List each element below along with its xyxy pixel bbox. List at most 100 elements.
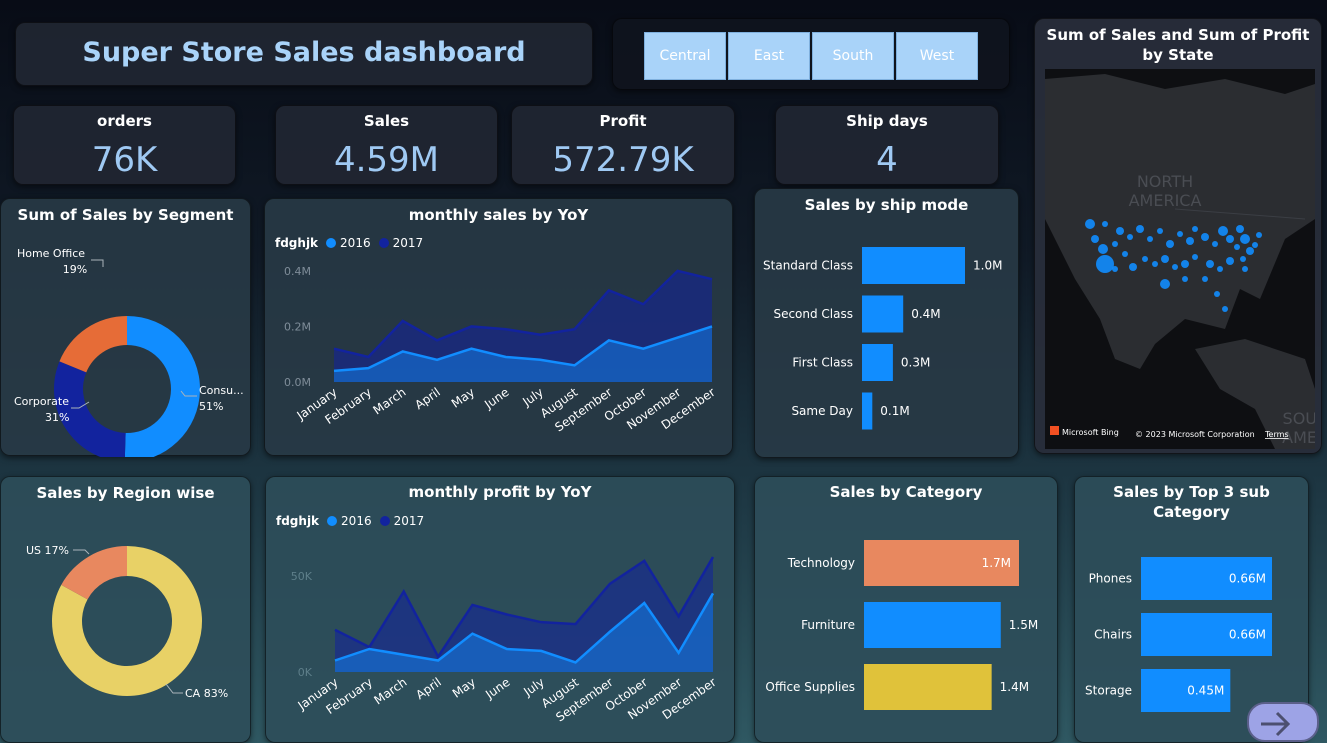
state-bubble[interactable] (1182, 276, 1188, 282)
state-bubble[interactable] (1186, 237, 1194, 245)
region-label-ca: CA 83% (185, 687, 228, 700)
map-label-america: AMERICA (1129, 191, 1202, 210)
state-bubble[interactable] (1222, 306, 1228, 312)
slicer-central-button[interactable]: Central (644, 32, 726, 80)
bar-value-label: 0.45M (1187, 684, 1224, 698)
state-bubble[interactable] (1102, 221, 1108, 227)
state-bubble[interactable] (1142, 256, 1148, 262)
x-tick-june: June (482, 675, 512, 702)
y-tick-label: 0.4M (284, 265, 311, 278)
kpi-sales-label: Sales (363, 112, 410, 130)
slicer-south-button[interactable]: South (812, 32, 894, 80)
bar-category-label: Standard Class (763, 259, 853, 273)
bar-value-label: 0.3M (901, 356, 930, 370)
bing-logo-icon (1050, 426, 1059, 435)
state-bubble[interactable] (1152, 261, 1158, 267)
state-bubble[interactable] (1246, 247, 1254, 255)
bar-office-supplies[interactable] (864, 664, 992, 710)
state-bubble[interactable] (1091, 235, 1099, 243)
state-bubble[interactable] (1252, 242, 1258, 248)
slicer-east-button[interactable]: East (728, 32, 810, 80)
bar-value-label: 1.0M (973, 259, 1002, 273)
state-bubble[interactable] (1256, 232, 1262, 238)
kpi-orders-card: orders 76K (13, 105, 236, 185)
x-tick-april: April (412, 385, 443, 412)
state-bubble[interactable] (1116, 227, 1124, 235)
bar-value-label: 0.66M (1229, 572, 1266, 586)
category-card: Sales by Category Technology 1.7M Furnitur… (754, 476, 1058, 743)
bar-category-label: Technology (787, 556, 855, 570)
bar-category-label: Furniture (801, 618, 855, 632)
state-bubble[interactable] (1236, 225, 1244, 233)
state-bubble[interactable] (1226, 235, 1234, 243)
donut-slice-home-office[interactable] (59, 316, 128, 373)
segment-chart-card: Sum of Sales by Segment Home Office 19% … (0, 198, 251, 457)
state-bubble[interactable] (1096, 255, 1114, 273)
slicer-west-button[interactable]: West (896, 32, 978, 80)
state-bubble[interactable] (1240, 234, 1250, 244)
state-bubble[interactable] (1172, 264, 1178, 270)
bar-first-class[interactable] (862, 344, 893, 381)
state-bubble[interactable] (1160, 279, 1170, 289)
state-bubble[interactable] (1161, 255, 1169, 263)
kpi-profit-value: 572.79K (552, 140, 694, 180)
state-bubble-map[interactable]: NORTH AMERICA SOU AME Microsoft Bing © 2… (1045, 69, 1315, 449)
bar-category-label: Office Supplies (765, 680, 855, 694)
state-bubble[interactable] (1166, 240, 1174, 248)
bar-value-label: 0.1M (880, 404, 909, 418)
state-bubble[interactable] (1201, 233, 1209, 241)
state-bubble[interactable] (1127, 234, 1133, 240)
state-bubble[interactable] (1240, 256, 1246, 262)
state-bubble[interactable] (1136, 225, 1144, 233)
donut-slice-corporate[interactable] (54, 361, 126, 457)
leader-line-ca (165, 683, 183, 694)
bar-same-day[interactable] (862, 392, 873, 430)
state-bubble[interactable] (1177, 231, 1183, 237)
state-bubble[interactable] (1226, 257, 1234, 265)
next-page-button[interactable] (1247, 702, 1319, 742)
state-bubble[interactable] (1085, 219, 1095, 229)
map-copyright: © 2023 Microsoft Corporation (1135, 430, 1255, 439)
state-bubble[interactable] (1234, 244, 1240, 250)
bar-value-label: 0.66M (1229, 628, 1266, 642)
kpi-profit-label: Profit (599, 112, 647, 130)
kpi-shipdays-value: 4 (876, 140, 898, 180)
segment-pct-consumer: 51% (199, 400, 223, 413)
region-label-us: US 17% (26, 544, 69, 557)
state-bubble[interactable] (1181, 260, 1189, 268)
state-bubble[interactable] (1147, 236, 1153, 242)
state-bubble[interactable] (1206, 260, 1214, 268)
category-bar-chart: Technology 1.7M Furniture 1.5M Office Suppli… (765, 540, 1038, 710)
segment-label-home-office: Home Office (17, 247, 85, 260)
bar-category-label: First Class (792, 356, 853, 370)
leader-line-us (73, 549, 90, 555)
ship-mode-card: Sales by ship mode Standard Class 1.0M Sec… (754, 188, 1019, 458)
state-bubble[interactable] (1112, 241, 1118, 247)
region-slicer: Central East South West (612, 18, 1010, 90)
bar-furniture[interactable] (864, 602, 1001, 648)
state-bubble[interactable] (1192, 254, 1198, 260)
state-bubble[interactable] (1098, 244, 1108, 254)
monthly-sales-card: monthly sales by YoY fdghjk 2016 2017 Ja… (264, 198, 733, 456)
state-bubble[interactable] (1217, 266, 1223, 272)
state-bubble[interactable] (1214, 291, 1220, 297)
map-terms-link[interactable]: Terms (1264, 430, 1289, 439)
state-bubble[interactable] (1157, 228, 1163, 234)
bar-value-label: 1.5M (1009, 618, 1038, 632)
state-bubble[interactable] (1122, 251, 1128, 257)
state-bubble[interactable] (1202, 276, 1208, 282)
donut-slice-consumer[interactable] (124, 316, 200, 457)
bar-standard-class[interactable] (862, 247, 965, 284)
state-bubble[interactable] (1129, 263, 1137, 271)
monthly-profit-area-chart: JanuaryFebruaryMarch April May June JulyAugu… (291, 556, 719, 725)
bar-category-label: Phones (1089, 572, 1132, 586)
x-tick-march: March (371, 675, 409, 707)
state-bubble[interactable] (1212, 241, 1218, 247)
map-title: Sum of Sales and Sum of Profit by State (1046, 26, 1310, 64)
bar-second-class[interactable] (862, 295, 904, 333)
state-bubble[interactable] (1192, 226, 1198, 232)
segment-pct-corporate: 31% (45, 411, 69, 424)
x-tick-march: March (370, 385, 408, 417)
state-bubble[interactable] (1218, 226, 1228, 236)
state-bubble[interactable] (1242, 266, 1248, 272)
